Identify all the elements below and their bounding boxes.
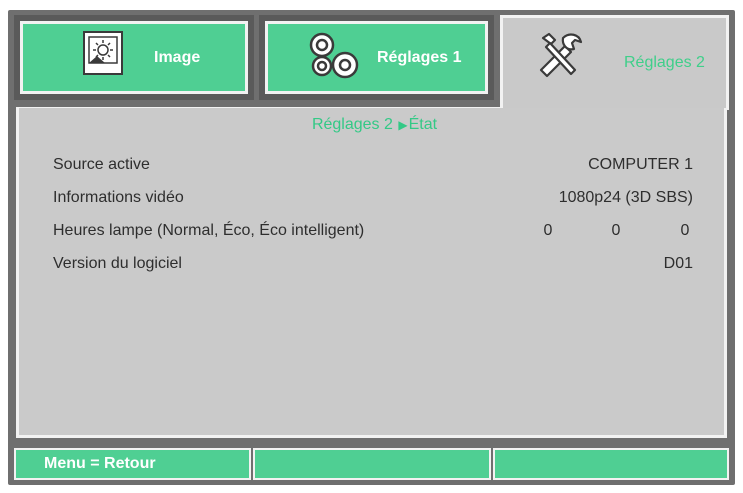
- tab-reglages-2[interactable]: Réglages 2: [500, 15, 729, 110]
- video-info-value: 1080p24 (3D SBS): [558, 189, 693, 206]
- image-icon: [83, 31, 123, 80]
- breadcrumb-current: État: [408, 116, 438, 133]
- lamp-hours-eco-intelligent: 0: [680, 222, 690, 239]
- tab-image[interactable]: Image: [14, 15, 254, 100]
- row-software-version: Version du logiciel D01: [53, 255, 693, 279]
- gears-icon: [305, 29, 361, 86]
- breadcrumb: Réglages 2 ▶État: [19, 116, 730, 134]
- software-version-value: D01: [663, 255, 693, 272]
- tab-reglages-1-label: Réglages 1: [377, 49, 462, 66]
- footer-cell-empty-2: [493, 448, 729, 480]
- footer-cell-empty-1: [253, 448, 491, 480]
- tab-reglages-1[interactable]: Réglages 1: [259, 15, 494, 100]
- video-info-label: Informations vidéo: [53, 189, 184, 206]
- row-lamp-hours: Heures lampe (Normal, Éco, Éco intellige…: [53, 222, 693, 246]
- lamp-hours-eco: 0: [611, 222, 621, 239]
- lamp-hours-label: Heures lampe (Normal, Éco, Éco intellige…: [53, 222, 365, 239]
- source-active-label: Source active: [53, 156, 150, 173]
- footer-hint-text: Menu = Retour: [44, 455, 156, 472]
- breadcrumb-parent: Réglages 2: [311, 116, 393, 133]
- tab-reglages-2-label: Réglages 2: [624, 54, 705, 71]
- lamp-hours-normal: 0: [543, 222, 553, 239]
- osd-menu: Image Réglages 1 Réglages 2 Réglages 2 ▶…: [8, 10, 735, 485]
- tools-icon: [535, 30, 585, 87]
- software-version-label: Version du logiciel: [53, 255, 182, 272]
- status-panel: Réglages 2 ▶État Source active COMPUTER …: [16, 108, 727, 438]
- breadcrumb-arrow-icon: ▶: [398, 118, 408, 132]
- source-active-value: COMPUTER 1: [588, 156, 693, 173]
- row-source-active: Source active COMPUTER 1: [53, 156, 693, 180]
- tab-image-label: Image: [154, 49, 201, 66]
- footer-hint: Menu = Retour: [14, 448, 251, 480]
- row-video-info: Informations vidéo 1080p24 (3D SBS): [53, 189, 693, 213]
